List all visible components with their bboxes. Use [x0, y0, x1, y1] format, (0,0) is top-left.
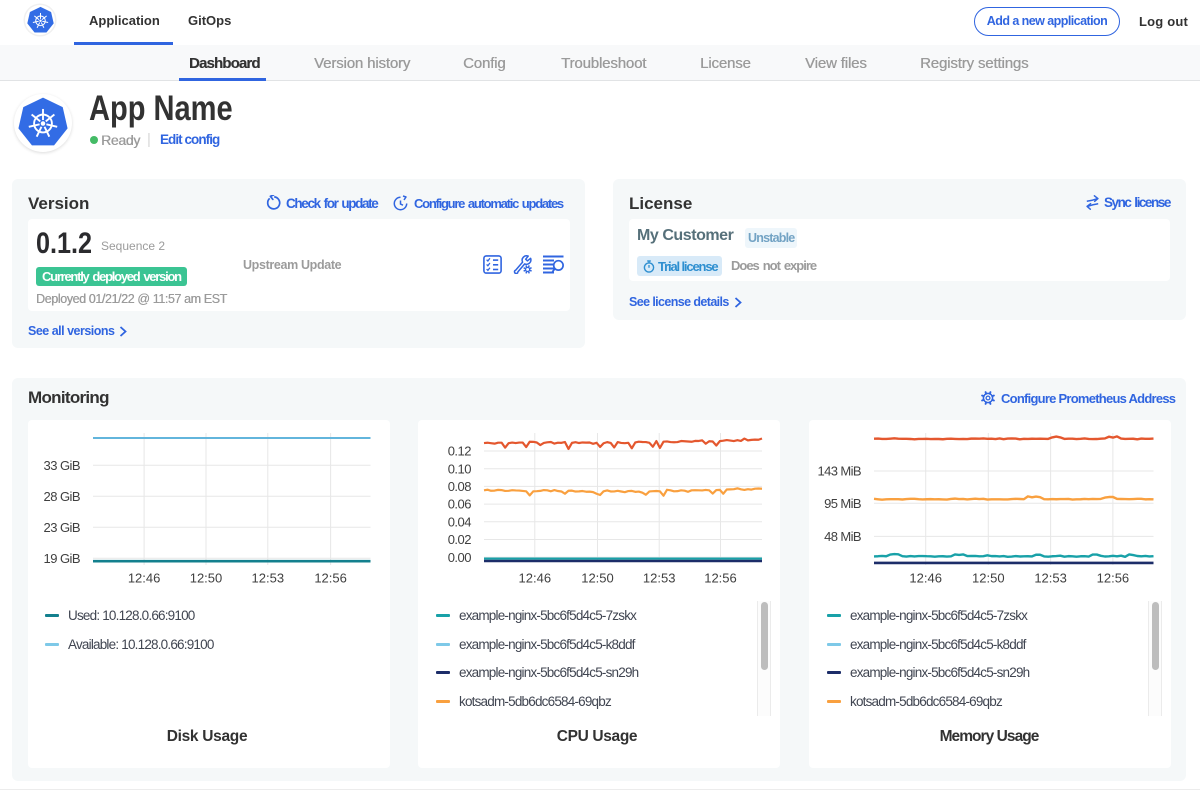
svg-text:12:56: 12:56 — [314, 571, 347, 586]
svg-text:95 MiB: 95 MiB — [824, 496, 861, 511]
svg-text:0.06: 0.06 — [448, 497, 472, 512]
svg-text:23 GiB: 23 GiB — [44, 520, 80, 535]
svg-text:48 MiB: 48 MiB — [824, 529, 861, 544]
svg-text:0.04: 0.04 — [448, 514, 472, 529]
svg-text:0.02: 0.02 — [448, 532, 472, 547]
svg-text:0.12: 0.12 — [448, 444, 472, 459]
svg-text:12:53: 12:53 — [252, 571, 285, 586]
svg-text:12:56: 12:56 — [704, 571, 737, 586]
svg-text:33 GiB: 33 GiB — [44, 458, 80, 473]
svg-text:12:46: 12:46 — [128, 571, 161, 586]
svg-text:12:46: 12:46 — [519, 571, 552, 586]
svg-text:12:46: 12:46 — [909, 571, 942, 586]
svg-text:0.00: 0.00 — [448, 550, 472, 565]
svg-text:12:50: 12:50 — [581, 571, 614, 586]
svg-text:12:50: 12:50 — [190, 571, 223, 586]
svg-text:12:53: 12:53 — [643, 571, 676, 586]
svg-text:0.10: 0.10 — [448, 461, 472, 476]
svg-text:0.08: 0.08 — [448, 479, 472, 494]
svg-text:12:56: 12:56 — [1097, 571, 1130, 586]
svg-text:12:50: 12:50 — [972, 571, 1005, 586]
svg-text:12:53: 12:53 — [1034, 571, 1067, 586]
svg-text:19 GiB: 19 GiB — [44, 551, 80, 566]
svg-text:143 MiB: 143 MiB — [818, 464, 862, 479]
svg-text:28 GiB: 28 GiB — [44, 489, 80, 504]
